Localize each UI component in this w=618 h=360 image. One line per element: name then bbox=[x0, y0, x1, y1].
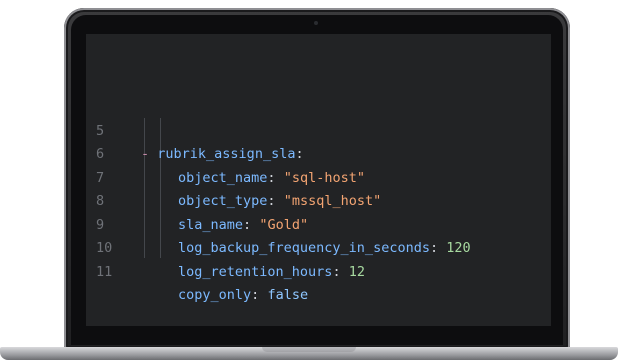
code-line: 9 log_backup_frequency_in_seconds: 120 bbox=[86, 190, 551, 257]
yaml-colon: : bbox=[251, 287, 260, 303]
code-line: 8 sla_name: "Gold" bbox=[86, 167, 551, 233]
code-line: 11 copy_only: false bbox=[86, 237, 551, 304]
code-editor-screen: 5 - rubrik_assign_sla: 6 object_name: "s… bbox=[86, 34, 551, 326]
code-line: 5 - rubrik_assign_sla: bbox=[86, 96, 551, 163]
yaml-key: copy_only bbox=[178, 287, 252, 303]
yaml-key: log_retention_hours bbox=[178, 263, 333, 280]
line-number: 11 bbox=[96, 263, 113, 280]
code-line: 10 log_retention_hours: 12 bbox=[86, 214, 551, 280]
line-content: copy_only: false bbox=[178, 284, 308, 308]
yaml-colon: : bbox=[332, 263, 341, 280]
code-line: 7 object_type: "mssql_host" bbox=[86, 143, 551, 210]
yaml-boolean-value: false bbox=[267, 287, 309, 303]
yaml-number-value: 12 bbox=[348, 263, 365, 280]
laptop-base-notch bbox=[262, 347, 356, 352]
camera-icon bbox=[314, 21, 318, 25]
code-line: 6 object_name: "sql-host" bbox=[86, 120, 551, 186]
code-block: 5 - rubrik_assign_sla: 6 object_name: "s… bbox=[86, 96, 551, 304]
line-content: log_retention_hours: 12 bbox=[178, 261, 365, 285]
